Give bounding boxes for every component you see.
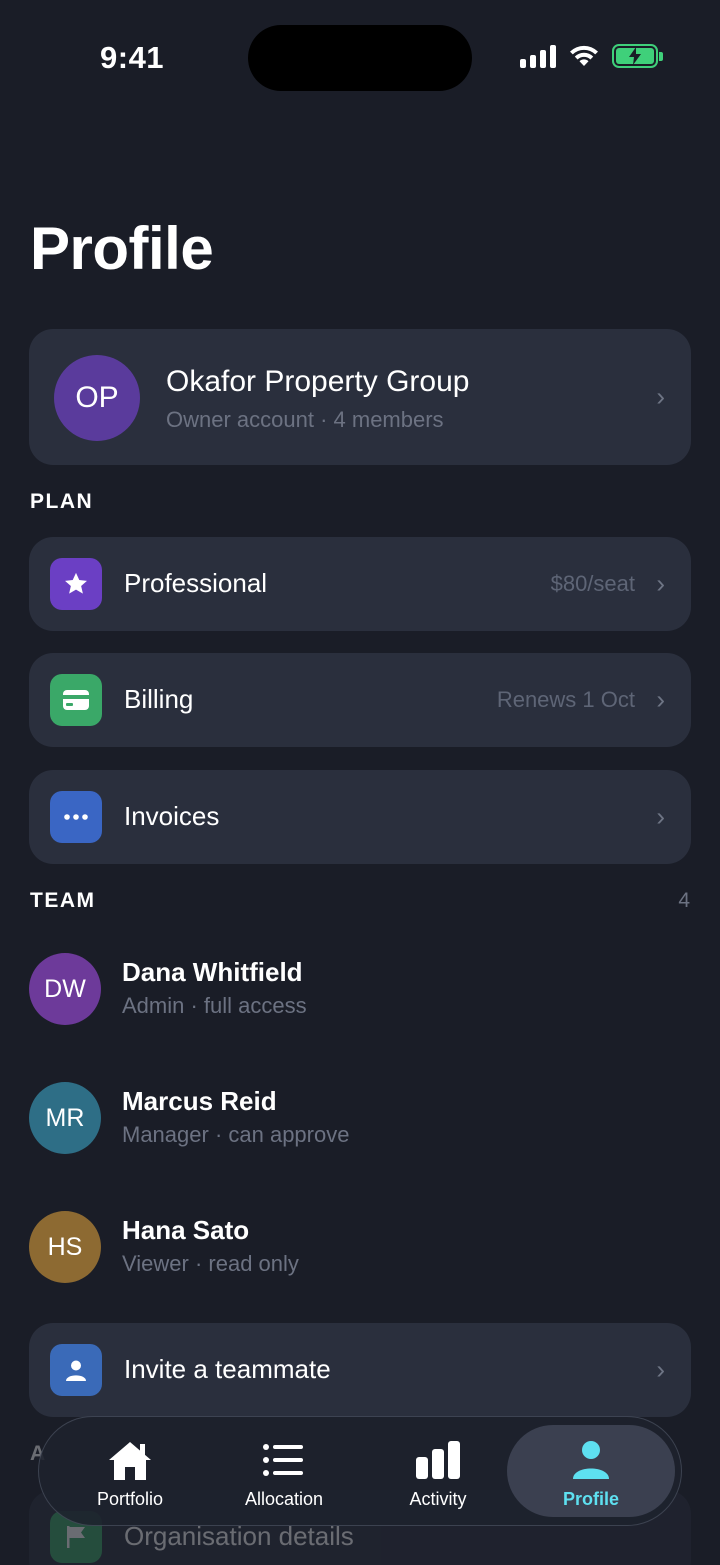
page-title: Profile [30,215,214,282]
avatar: MR [29,1082,101,1154]
plan-row-invoices[interactable]: Invoices › [29,770,691,864]
plan-row-billing[interactable]: Billing Renews 1 Oct › [29,653,691,747]
chevron-right-icon: › [656,801,665,832]
plan-section-label: PLAN [30,490,94,513]
tab-label: Allocation [244,1489,324,1509]
team-member-row[interactable]: DW Dana Whitfield Admin · full access [29,953,691,1033]
wifi-icon [570,45,598,66]
member-role: Viewer · read only [122,1251,299,1276]
team-member-row[interactable]: MR Marcus Reid Manager · can approve [29,1082,691,1162]
list-icon [263,1444,303,1476]
member-name: Marcus Reid [122,1086,277,1116]
account-name: Okafor Property Group [166,365,470,398]
team-section-label: TEAM [30,889,96,912]
row-label: Billing [124,684,194,714]
chevron-right-icon: › [656,568,665,599]
row-value: $80/seat [550,571,635,596]
tab-portfolio[interactable]: Portfolio [55,1425,205,1517]
chevron-right-icon: › [656,381,665,412]
status-icons [520,44,663,68]
person-icon [573,1441,609,1479]
star-icon [50,558,102,610]
bar-chart-icon [416,1441,460,1479]
member-role: Manager · can approve [122,1122,350,1147]
row-label: Invoices [124,801,220,831]
team-member-row[interactable]: HS Hana Sato Viewer · read only [29,1211,691,1291]
plan-row-professional[interactable]: Professional $80/seat › [29,537,691,631]
row-label: Professional [124,568,268,598]
member-role: Admin · full access [122,993,307,1018]
tab-bar: Portfolio Allocation Activity Profile [38,1416,682,1526]
chevron-right-icon: › [656,1354,665,1385]
tab-label: Activity [409,1489,467,1509]
person-icon [50,1344,102,1396]
tab-allocation[interactable]: Allocation [209,1425,359,1517]
cellular-signal-icon [520,44,556,68]
team-count: 4 [678,889,690,912]
member-name: Hana Sato [122,1215,250,1245]
row-label: Invite a teammate [124,1354,331,1384]
credit-card-icon [50,674,102,726]
invite-teammate-button[interactable]: Invite a teammate › [29,1323,691,1417]
member-name: Dana Whitfield [122,957,303,987]
dynamic-island [248,25,472,91]
account-avatar: OP [54,355,140,441]
tab-label: Portfolio [96,1489,164,1509]
tab-label: Profile [562,1489,619,1509]
row-value: Renews 1 Oct [496,687,635,712]
profile-screen: 9:41 Profile OP Okafor Property Group Ow… [0,0,720,1565]
account-subtitle: Owner account · 4 members [166,407,444,432]
more-dots-icon [50,791,102,843]
tab-activity[interactable]: Activity [363,1425,513,1517]
account-card[interactable]: OP Okafor Property Group Owner account ·… [29,329,691,465]
tab-profile[interactable]: Profile [507,1425,675,1517]
chevron-right-icon: › [656,684,665,715]
battery-icon [612,44,663,68]
home-icon [109,1442,151,1480]
avatar: DW [29,953,101,1025]
avatar: HS [29,1211,101,1283]
status-time: 9:41 [100,40,165,75]
